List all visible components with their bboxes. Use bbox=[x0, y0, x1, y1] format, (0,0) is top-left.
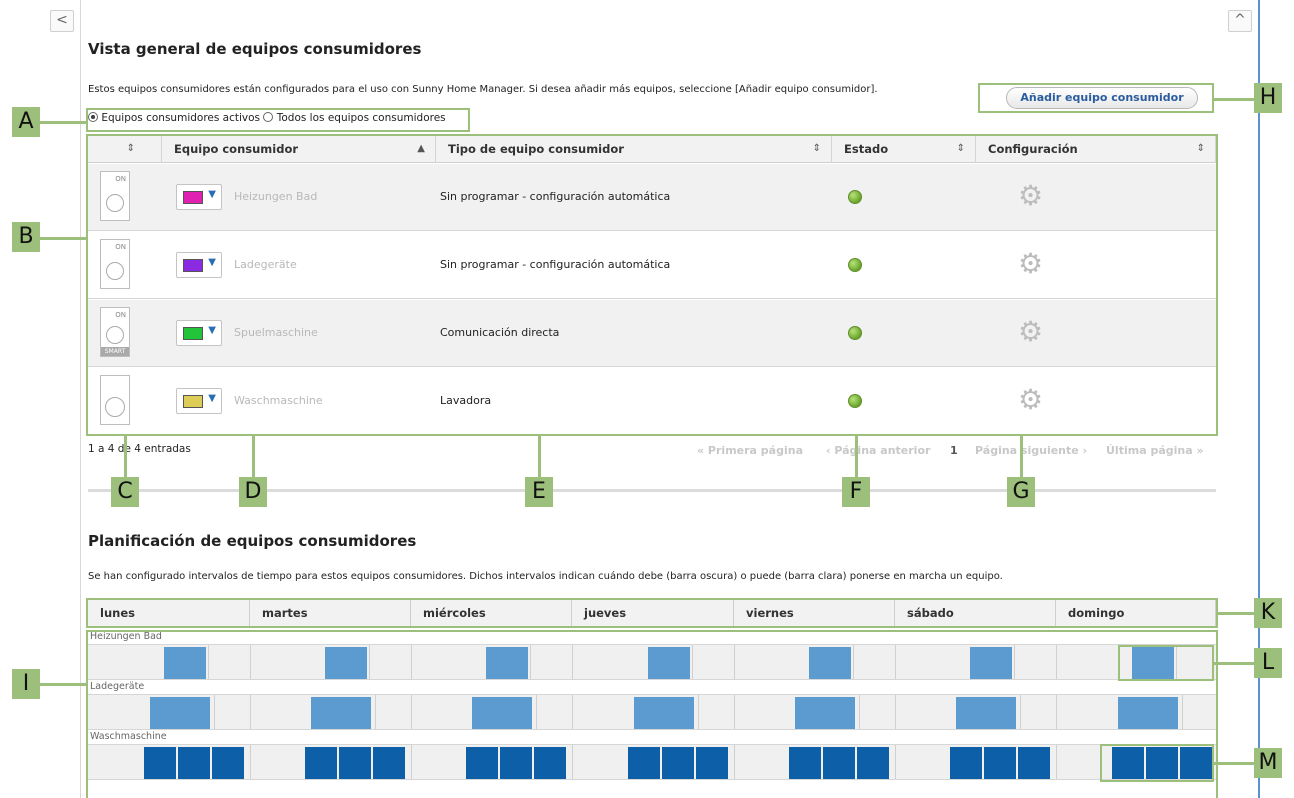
callout-box-dark-bar bbox=[1100, 744, 1214, 782]
callout-label-e: E bbox=[525, 477, 553, 507]
callout-connector bbox=[1218, 612, 1254, 615]
callout-connector bbox=[1020, 436, 1023, 478]
callout-connector bbox=[40, 683, 86, 686]
callout-connector bbox=[124, 436, 127, 478]
callout-label-l: L bbox=[1254, 648, 1282, 678]
callout-box-schedule bbox=[86, 630, 1218, 798]
planning-title: Planificación de equipos consumidores bbox=[88, 532, 417, 550]
callout-label-h: H bbox=[1254, 83, 1282, 113]
callout-label-g: G bbox=[1007, 477, 1035, 507]
callout-box-add bbox=[978, 83, 1214, 113]
overview-description: Estos equipos consumidores están configu… bbox=[88, 84, 878, 95]
entries-count: 1 a 4 de 4 entradas bbox=[88, 443, 191, 455]
callout-box-light-bar bbox=[1118, 645, 1214, 681]
pager-first[interactable]: « Primera página bbox=[697, 444, 803, 457]
callout-label-d: D bbox=[239, 477, 267, 507]
callout-connector bbox=[40, 237, 86, 240]
left-frame-line bbox=[80, 0, 81, 798]
callout-box-filter bbox=[86, 108, 470, 132]
callout-connector bbox=[538, 436, 541, 478]
scroll-up-button[interactable]: ^ bbox=[1228, 10, 1252, 32]
pager-next[interactable]: Página siguiente › bbox=[975, 444, 1087, 457]
pager-prev[interactable]: ‹ Página anterior bbox=[826, 444, 930, 457]
scroll-left-button[interactable]: < bbox=[50, 10, 74, 32]
callout-label-k: K bbox=[1254, 598, 1282, 628]
right-frame-line bbox=[1258, 0, 1260, 798]
callout-label-a: A bbox=[12, 107, 40, 137]
callout-connector bbox=[252, 436, 255, 478]
callout-connector bbox=[1214, 98, 1254, 101]
callout-box-table bbox=[86, 134, 1218, 436]
planning-description: Se han configurado intervalos de tiempo … bbox=[88, 571, 1003, 582]
callout-label-c: C bbox=[111, 477, 139, 507]
callout-connector bbox=[855, 436, 858, 478]
pager-last[interactable]: Última página » bbox=[1106, 444, 1204, 457]
callout-connector bbox=[1214, 662, 1254, 665]
pager-current: 1 bbox=[950, 444, 958, 457]
overview-title: Vista general de equipos consumidores bbox=[88, 40, 422, 58]
callout-label-m: M bbox=[1254, 748, 1282, 778]
callout-label-i: I bbox=[12, 669, 40, 699]
callout-label-f: F bbox=[842, 477, 870, 507]
callout-connector bbox=[40, 121, 86, 124]
callout-box-days bbox=[86, 598, 1218, 628]
callout-label-b: B bbox=[12, 222, 40, 252]
callout-connector bbox=[1214, 762, 1254, 765]
